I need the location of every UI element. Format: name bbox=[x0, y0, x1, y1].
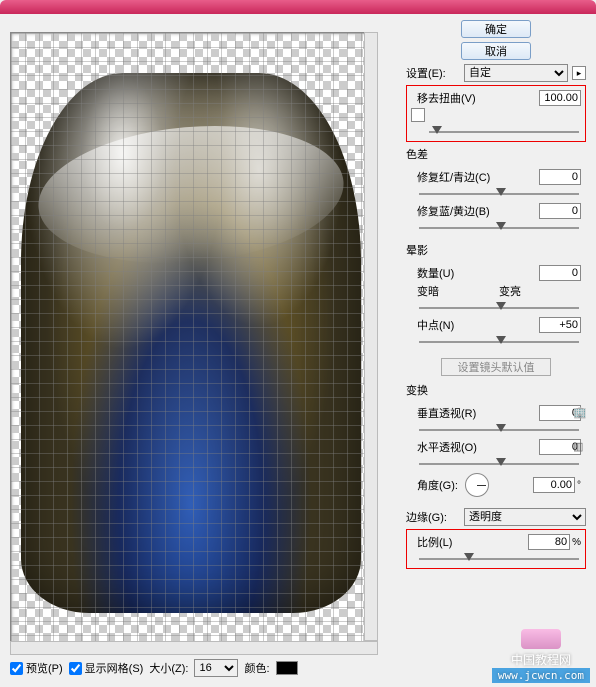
settings-label: 设置(E): bbox=[406, 65, 460, 81]
edge-label: 边缘(G): bbox=[406, 509, 460, 525]
settings-select[interactable]: 自定 bbox=[464, 64, 568, 82]
midpoint-label: 中点(N) bbox=[411, 317, 499, 333]
watermark-site: 中国教程网 bbox=[492, 651, 590, 668]
chromatic-title: 色差 bbox=[406, 146, 586, 162]
settings-menu-icon[interactable]: ▸ bbox=[572, 66, 586, 80]
footer-bar: 预览(P) 显示网格(S) 大小(Z): 16 颜色: bbox=[10, 657, 390, 679]
angle-dial[interactable] bbox=[465, 473, 489, 497]
cancel-button[interactable]: 取消 bbox=[461, 42, 531, 60]
redcyan-slider[interactable] bbox=[419, 187, 579, 201]
preview-pane: 预览(P) 显示网格(S) 大小(Z): 16 颜色: bbox=[0, 14, 400, 687]
angle-input[interactable] bbox=[533, 477, 575, 493]
color-label: 颜色: bbox=[244, 660, 269, 676]
vpersp-slider[interactable] bbox=[419, 423, 579, 437]
scrollbar-horizontal[interactable] bbox=[10, 641, 378, 655]
angle-unit: ° bbox=[577, 480, 581, 491]
ok-button[interactable]: 确定 bbox=[461, 20, 531, 38]
grid-overlay bbox=[11, 33, 377, 651]
hpersp-label: 水平透视(O) bbox=[411, 439, 499, 455]
controls-panel: 确定 取消 设置(E): 自定 ▸ 移去扭曲(V) 色差 修复红/青边(C) bbox=[400, 14, 596, 687]
watermark-url: www.jcwcn.com bbox=[492, 668, 590, 683]
color-swatch[interactable] bbox=[276, 661, 298, 675]
preview-checkbox[interactable]: 预览(P) bbox=[10, 660, 63, 676]
vignette-amount-slider[interactable] bbox=[419, 301, 579, 315]
vpersp-label: 垂直透视(R) bbox=[411, 405, 499, 421]
blueyellow-label: 修复蓝/黄边(B) bbox=[411, 203, 499, 219]
distortion-slider[interactable] bbox=[429, 125, 579, 139]
distortion-label: 移去扭曲(V) bbox=[411, 90, 499, 106]
vignette-amount-label: 数量(U) bbox=[411, 265, 499, 281]
lens-default-button[interactable]: 设置镜头默认值 bbox=[441, 358, 551, 376]
vignette-amount-input[interactable] bbox=[539, 265, 581, 281]
midpoint-slider[interactable] bbox=[419, 335, 579, 349]
scale-unit: % bbox=[572, 537, 581, 548]
preview-check[interactable] bbox=[10, 662, 23, 675]
dark-light-labels: 变暗 变亮 bbox=[411, 283, 531, 299]
blueyellow-input[interactable] bbox=[539, 203, 581, 219]
transform-title: 变换 bbox=[406, 382, 586, 398]
vpersp-icon: 🏢 bbox=[573, 406, 587, 420]
preview-label: 预览(P) bbox=[26, 660, 63, 676]
grid-label: 显示网格(S) bbox=[85, 660, 144, 676]
titlebar bbox=[0, 0, 596, 14]
scale-label: 比例(L) bbox=[411, 534, 499, 550]
watermark: 中国教程网 www.jcwcn.com bbox=[492, 629, 590, 683]
size-label: 大小(Z): bbox=[149, 660, 188, 676]
grid-check[interactable] bbox=[69, 662, 82, 675]
angle-label: 角度(G): bbox=[411, 477, 465, 493]
blueyellow-slider[interactable] bbox=[419, 221, 579, 235]
scale-input[interactable] bbox=[528, 534, 570, 550]
hpersp-slider[interactable] bbox=[419, 457, 579, 471]
midpoint-input[interactable] bbox=[539, 317, 581, 333]
preview-canvas[interactable] bbox=[10, 32, 378, 652]
scale-slider[interactable] bbox=[419, 552, 579, 566]
distortion-group: 移去扭曲(V) bbox=[406, 85, 586, 142]
scale-group: 比例(L) % bbox=[406, 529, 586, 569]
distortion-input[interactable] bbox=[539, 90, 581, 106]
grid-checkbox[interactable]: 显示网格(S) bbox=[69, 660, 144, 676]
scrollbar-vertical[interactable] bbox=[364, 32, 378, 641]
watermark-logo bbox=[521, 629, 561, 649]
grid-toggle-icon[interactable] bbox=[411, 108, 425, 122]
edge-select[interactable]: 透明度 bbox=[464, 508, 586, 526]
redcyan-label: 修复红/青边(C) bbox=[411, 169, 499, 185]
redcyan-input[interactable] bbox=[539, 169, 581, 185]
grid-size-select[interactable]: 16 bbox=[194, 659, 238, 677]
vignette-title: 晕影 bbox=[406, 242, 586, 258]
hpersp-icon: ▥ bbox=[573, 440, 587, 454]
